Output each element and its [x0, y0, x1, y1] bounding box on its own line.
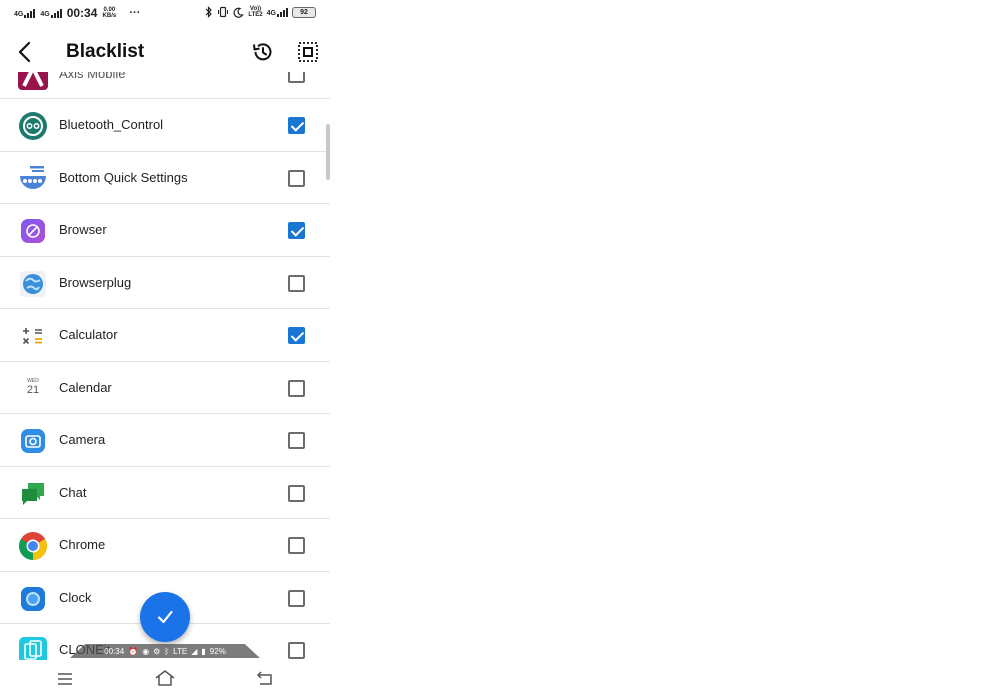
list-item[interactable]: Browser — [0, 204, 330, 257]
app-checkbox[interactable] — [288, 432, 305, 449]
clock-icon — [21, 586, 45, 611]
page-title: Blacklist — [66, 41, 145, 62]
app-bar: Blacklist — [0, 28, 330, 76]
battery-icon: 92 — [292, 6, 316, 18]
signal-icon: ◢ — [191, 646, 198, 656]
battery-icon: ▮ — [201, 646, 206, 656]
list-item[interactable]: WED 21 Calendar — [0, 362, 330, 414]
list-item[interactable]: Browserplug — [0, 257, 330, 309]
app-name: Chat — [59, 484, 87, 500]
bluetooth-icon — [205, 6, 213, 18]
app-checkbox[interactable] — [288, 169, 305, 187]
app-name: Bottom Quick Settings — [59, 169, 188, 185]
restore-icon[interactable] — [250, 39, 276, 65]
phone-screen: 4G 4G 00:34 0.00 KB/s ··· Vo)) LTE2 4G 9… — [0, 0, 330, 700]
app-checkbox[interactable] — [288, 642, 305, 659]
calculator-icon — [22, 328, 42, 345]
app-checkbox[interactable] — [288, 537, 305, 554]
chat-icon — [22, 482, 44, 505]
browserplug-icon — [20, 270, 46, 297]
select-all-icon[interactable] — [295, 39, 321, 65]
app-name: Calculator — [59, 327, 118, 342]
list-item[interactable]: Bluetooth_Control — [0, 99, 330, 152]
app-name: Browserplug — [59, 274, 132, 290]
menu-icon[interactable] — [56, 670, 74, 688]
list-item[interactable]: Bottom Quick Settings — [0, 152, 330, 204]
app-name: Axis Mobile — [59, 72, 126, 81]
overlay-status-strip: 00:34 ⏰ ◉ ⚙ ᛒ LTE ◢ ▮ 92% — [70, 644, 260, 658]
network-speed: 0.00 KB/s — [102, 7, 117, 19]
back-arrow-icon[interactable] — [12, 38, 40, 66]
app-checkbox[interactable] — [288, 484, 305, 502]
bottom-quick-settings-icon — [20, 165, 46, 189]
navigation-bar — [0, 660, 330, 700]
list-item[interactable]: Axis Mobile — [0, 72, 330, 99]
moon-icon — [233, 7, 245, 18]
list-item[interactable]: Chrome — [0, 519, 330, 572]
signal-icon — [277, 7, 288, 17]
signal-icon — [24, 8, 36, 18]
app-checkbox[interactable] — [288, 72, 305, 83]
vibrate-icon — [218, 6, 229, 18]
status-time: 00:34 — [66, 6, 98, 20]
chrome-icon — [19, 532, 47, 560]
app-checkbox[interactable] — [288, 117, 305, 134]
app-checkbox[interactable] — [288, 222, 305, 239]
calendar-icon: WED 21 — [26, 377, 40, 396]
browser-icon — [21, 219, 45, 243]
signal-icon — [50, 8, 62, 18]
check-icon — [157, 610, 173, 624]
bluetooth-icon: ᛒ — [164, 646, 170, 656]
back-icon[interactable] — [255, 669, 275, 687]
network-indicator-1: 4G — [14, 8, 36, 18]
volte-indicator: Vo)) LTE2 — [248, 6, 263, 18]
list-item[interactable]: Chat — [0, 467, 330, 519]
app-name: Calendar — [59, 379, 112, 395]
axis-icon — [18, 72, 48, 90]
list-item[interactable]: Calculator — [0, 309, 330, 362]
network-indicator-3: 4G — [267, 7, 288, 17]
app-list[interactable]: Axis Mobile Bluetooth_Control Bottom Qui… — [0, 72, 330, 677]
scrollbar[interactable] — [326, 124, 330, 180]
app-name: Clock — [59, 589, 92, 605]
alarm-icon: ⏰ — [128, 646, 139, 656]
bluetooth-control-icon — [19, 112, 47, 140]
camera-icon — [21, 429, 45, 453]
eye-icon: ◉ — [142, 646, 150, 656]
list-item[interactable]: Camera — [0, 414, 330, 467]
app-name: Camera — [59, 432, 106, 447]
app-checkbox[interactable] — [288, 379, 305, 397]
app-checkbox[interactable] — [288, 327, 305, 344]
status-bar: 4G 4G 00:34 0.00 KB/s ··· Vo)) LTE2 4G 9… — [0, 0, 330, 26]
home-icon[interactable] — [154, 668, 176, 688]
app-name: Chrome — [59, 537, 106, 552]
network-indicator-2: 4G — [40, 8, 62, 18]
confirm-fab-button[interactable] — [140, 592, 190, 642]
app-checkbox[interactable] — [288, 274, 305, 292]
app-name: Browser — [59, 222, 107, 237]
app-name: Bluetooth_Control — [59, 117, 164, 132]
app-checkbox[interactable] — [288, 589, 305, 607]
settings-icon: ⚙ — [153, 646, 161, 656]
more-notifications: ··· — [129, 7, 141, 19]
